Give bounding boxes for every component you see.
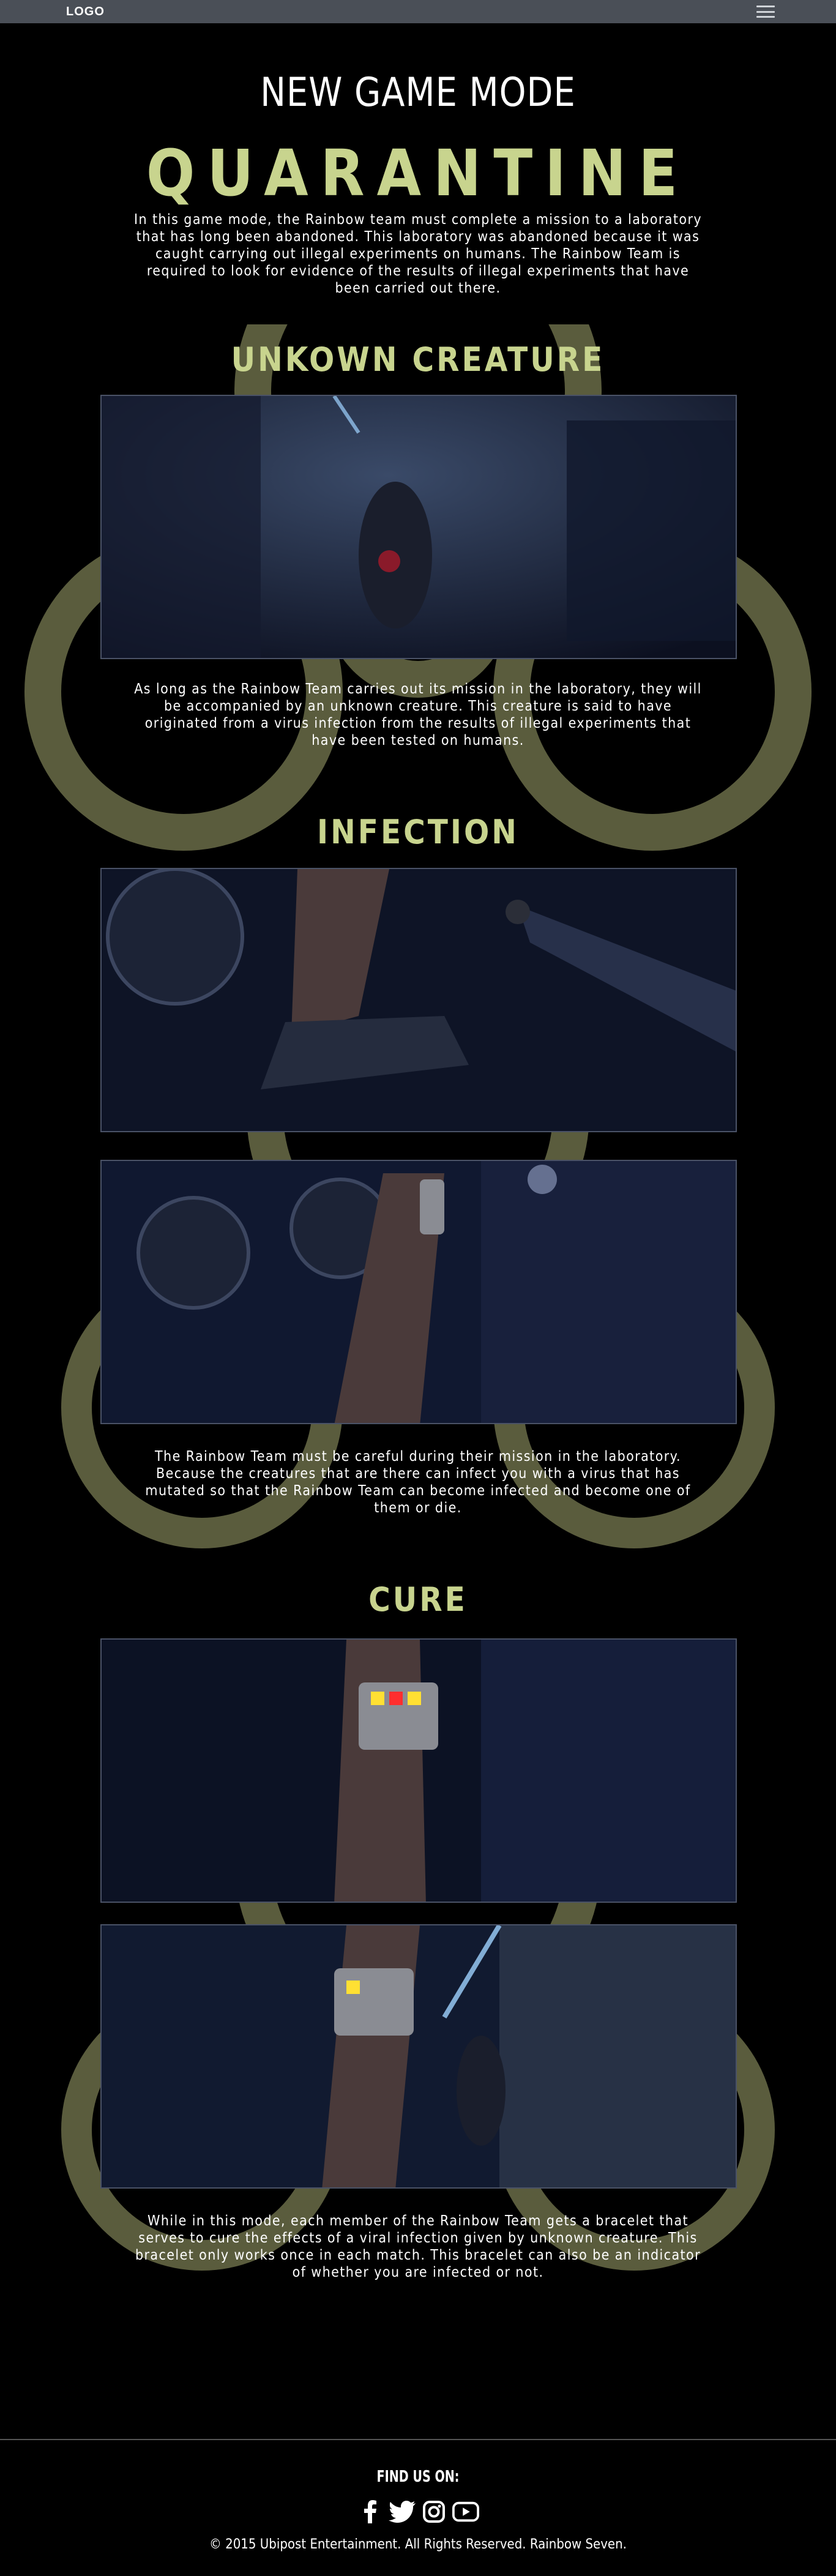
social-links (357, 2498, 479, 2525)
facebook-icon[interactable] (357, 2498, 384, 2525)
footer: FIND US ON: © 2015 Ubipost Entertainment… (0, 2439, 836, 2576)
infection-screenshot-2 (100, 1160, 737, 1424)
creature-screenshot (100, 395, 737, 659)
kicker-title: NEW GAME MODE (260, 69, 576, 116)
intro-paragraph: In this game mode, the Rainbow team must… (134, 212, 702, 296)
infection-screenshot-1 (100, 868, 737, 1132)
instagram-icon[interactable] (420, 2498, 447, 2525)
find-us-label: FIND US ON: (376, 2468, 460, 2486)
twitter-icon[interactable] (389, 2498, 416, 2525)
logo[interactable]: LOGO (66, 5, 105, 19)
page: LOGO NEW GAME MODE QUARANTINE In this ga… (0, 0, 836, 2576)
intro-text: In this game mode, the Rainbow team must… (0, 211, 836, 297)
cure-screenshot-1 (100, 1638, 737, 1903)
cure-text: While in this mode, each member of the R… (0, 2212, 836, 2281)
section-title-infection: INFECTION (317, 813, 519, 851)
hamburger-menu-icon[interactable] (756, 6, 775, 18)
section-title-unknown-creature: UNKOWN CREATURE (231, 340, 605, 379)
cure-paragraph: While in this mode, each member of the R… (135, 2213, 701, 2280)
cure-screenshot-2 (100, 1924, 737, 2189)
youtube-icon[interactable] (452, 2498, 479, 2525)
page-title: QUARANTINE (146, 136, 690, 211)
unknown-creature-text: As long as the Rainbow Team carries out … (0, 681, 836, 749)
navbar: LOGO (0, 0, 836, 23)
infection-paragraph: The Rainbow Team must be careful during … (145, 1449, 691, 1516)
infection-text: The Rainbow Team must be careful during … (0, 1448, 836, 1517)
unknown-creature-paragraph: As long as the Rainbow Team carries out … (134, 681, 702, 749)
section-title-cure: CURE (368, 1580, 468, 1619)
copyright-text: © 2015 Ubipost Entertainment. All Rights… (209, 2537, 627, 2552)
